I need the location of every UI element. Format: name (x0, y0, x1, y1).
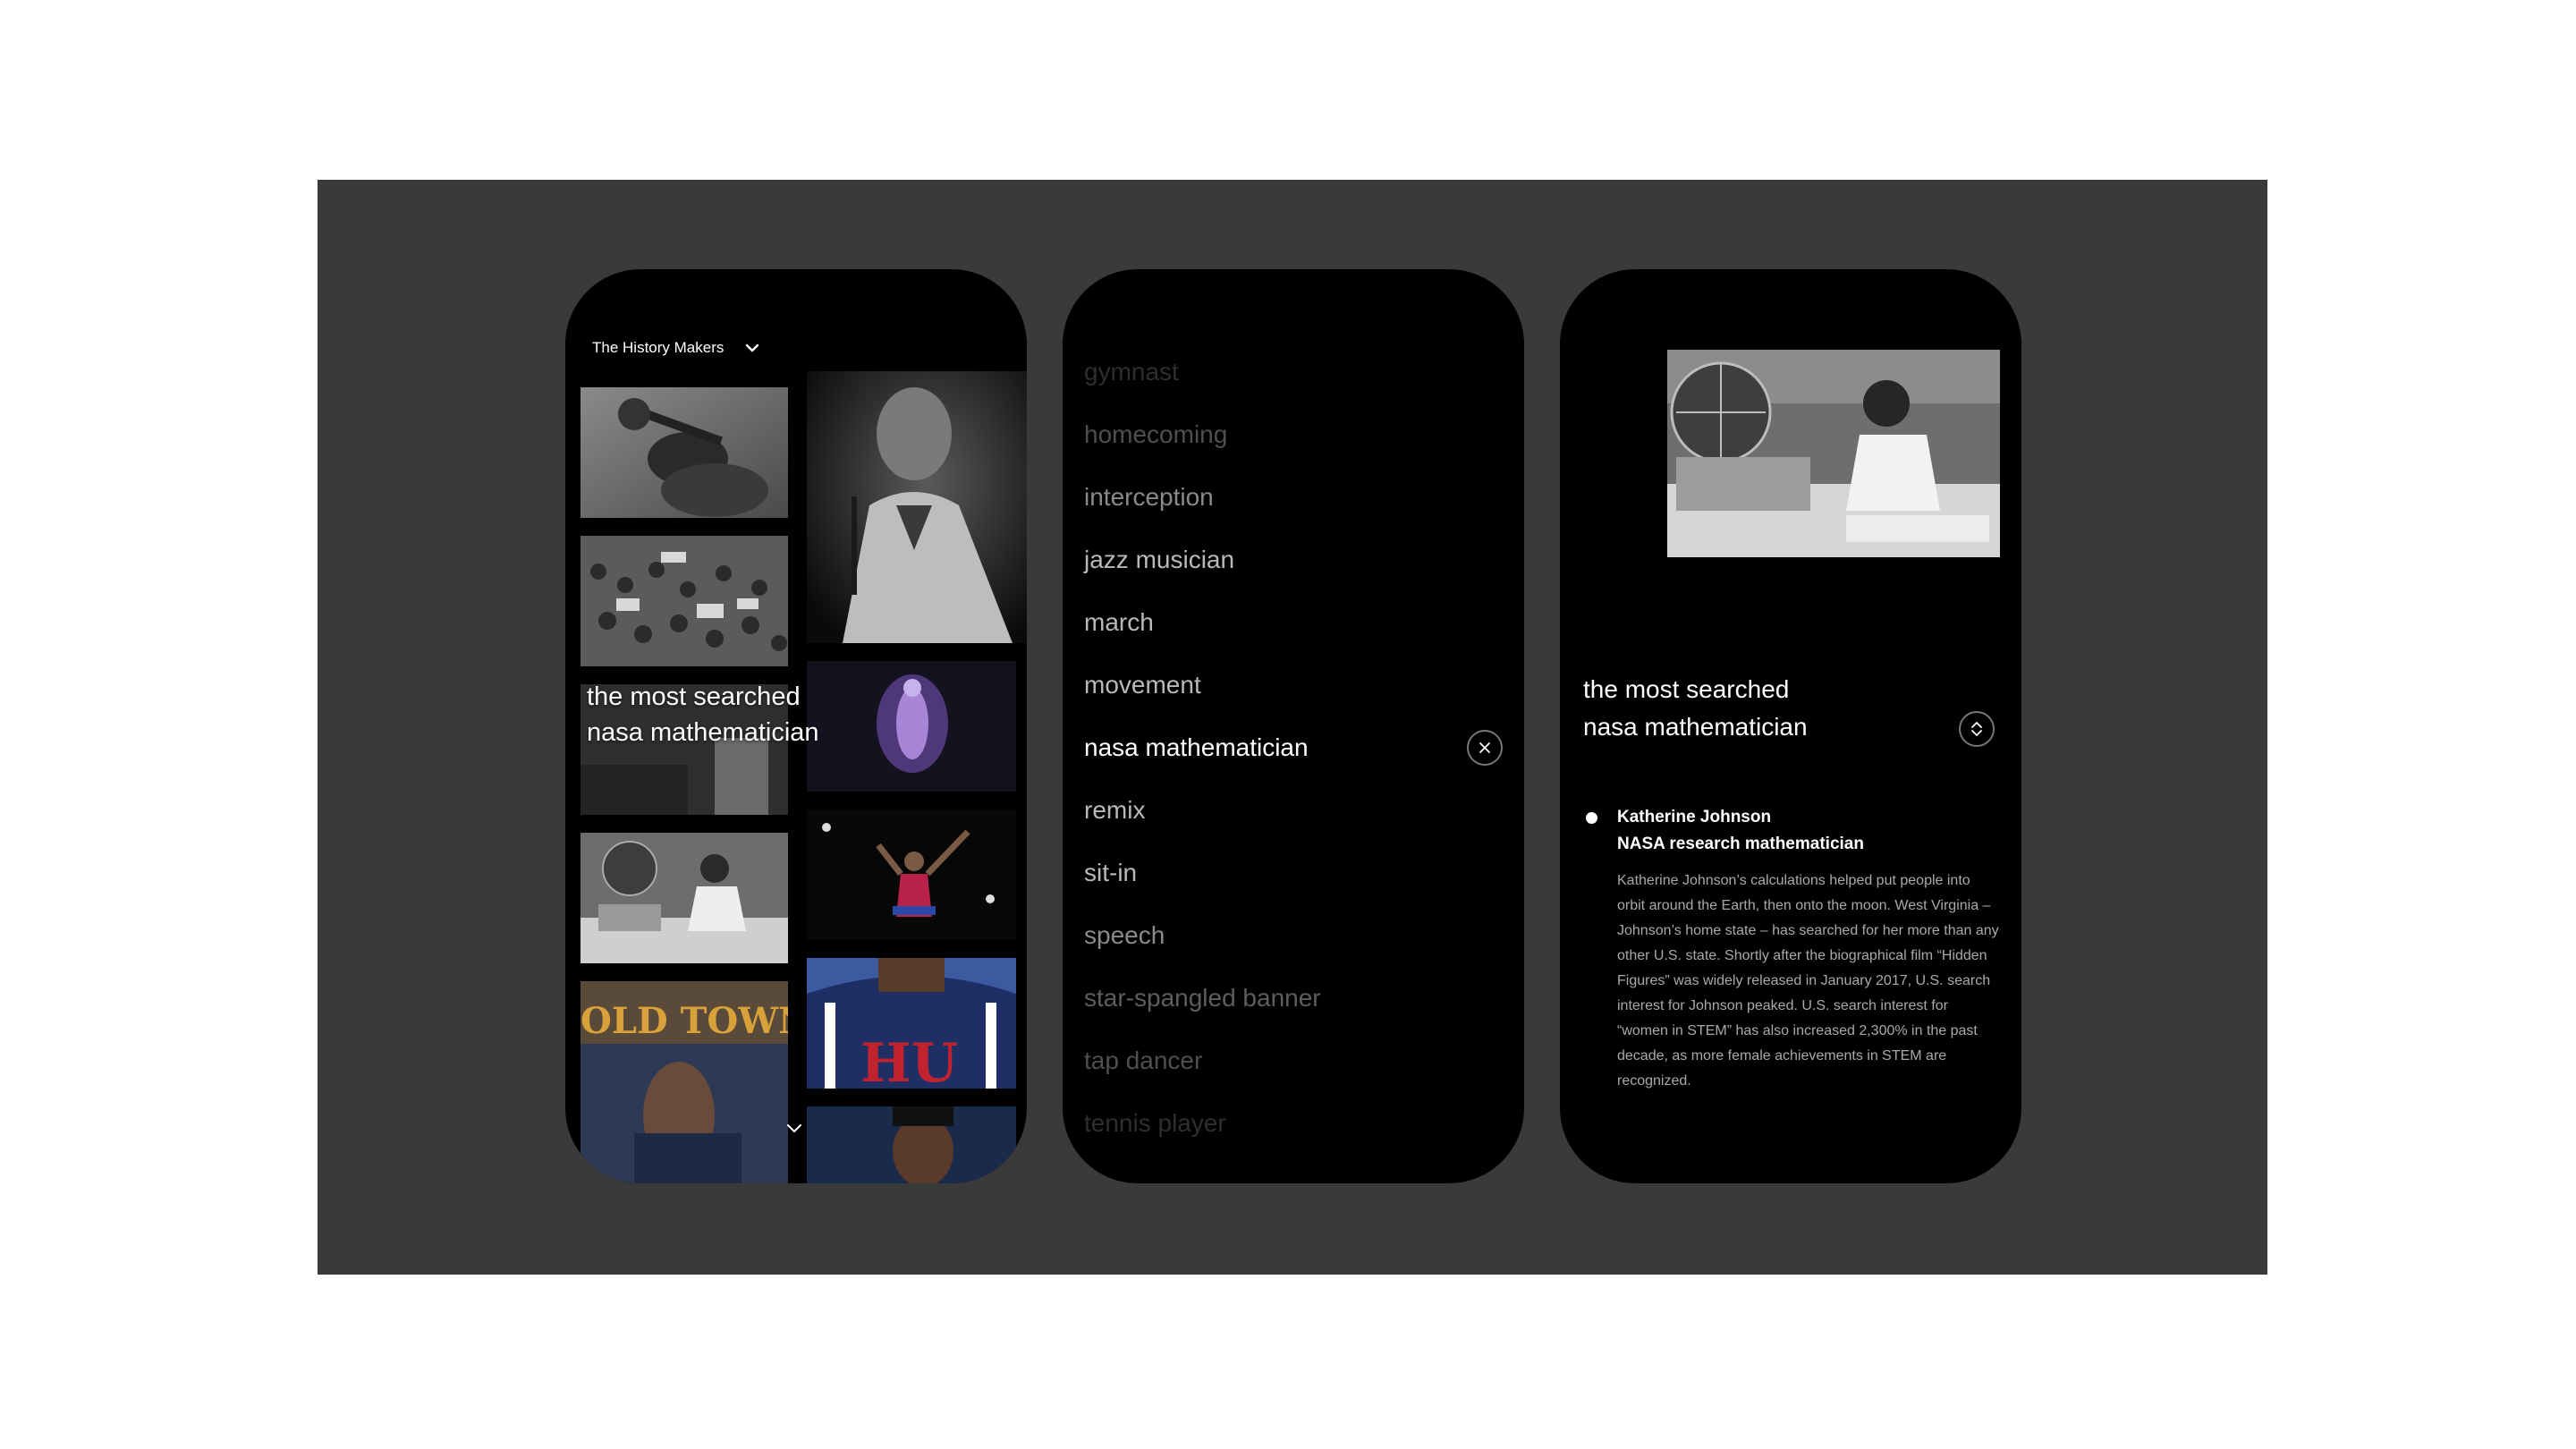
person-description: Katherine Johnson’s calculations helped … (1617, 873, 1999, 1089)
topic-item[interactable]: remix (1084, 779, 1504, 842)
topic-label: march (1084, 608, 1154, 636)
photo-speaker-laughing[interactable] (807, 371, 1027, 643)
topic-item[interactable]: jazz musician (1084, 529, 1504, 591)
clear-selection-button[interactable] (1467, 730, 1503, 766)
topic-label: speech (1084, 921, 1165, 949)
chevron-down-icon[interactable] (784, 1117, 805, 1139)
jersey-text: HU (860, 1032, 958, 1089)
topic-item[interactable]: star-spangled banner (1084, 967, 1504, 1030)
topic-label: sit-in (1084, 859, 1138, 886)
topic-item[interactable]: gymnast (1084, 341, 1504, 403)
photo-katherine-johnson (1667, 350, 2000, 557)
detail-title-line-1: the most searched (1583, 675, 1790, 703)
topic-label: movement (1084, 671, 1201, 699)
topic-item[interactable]: interception (1084, 466, 1504, 529)
topic-item[interactable]: tap dancer (1084, 1030, 1504, 1092)
topic-label: tennis player (1084, 1109, 1226, 1137)
photo-performer-purple[interactable] (807, 661, 1016, 792)
topic-item[interactable]: movement (1084, 654, 1504, 716)
sign-text: OLD TOWN (580, 1000, 788, 1042)
unfold-icon (1971, 722, 1982, 736)
topic-label: remix (1084, 796, 1146, 824)
topic-item[interactable]: homecoming (1084, 403, 1504, 466)
photo-hu-jersey[interactable]: HU (807, 958, 1016, 1089)
detail-title-line-2: nasa mathematician (1583, 713, 1808, 741)
search-topic-overlay[interactable]: the most searched nasa mathematician (587, 679, 819, 750)
overlay-line-1: the most searched (587, 682, 801, 711)
topic-label: nasa mathematician (1084, 733, 1309, 761)
overlay-line-2: nasa mathematician (587, 718, 819, 747)
photo-athlete-portrait[interactable] (807, 1106, 1016, 1183)
topic-label: star-spangled banner (1084, 984, 1321, 1012)
collection-selector[interactable]: The History Makers (592, 339, 761, 357)
close-icon (1479, 742, 1490, 753)
photo-trumpet-player[interactable] (580, 387, 788, 518)
photo-march-crowd[interactable] (580, 536, 788, 666)
detail-title: the most searched nasa mathematician (1583, 671, 1808, 746)
phone-detail-screen: the most searched nasa mathematician Kat… (1560, 269, 2021, 1183)
expand-collapse-button[interactable] (1959, 711, 1995, 747)
person-role: NASA research mathematician (1617, 835, 1864, 853)
person-heading: Katherine Johnson NASA research mathemat… (1617, 804, 1864, 858)
list-bullet (1586, 812, 1597, 824)
phone-gallery-screen: The History Makers OLD TOWN HU the most … (565, 269, 1027, 1183)
topic-item[interactable]: sit-in (1084, 842, 1504, 904)
photo-gymnast[interactable] (807, 809, 1016, 940)
photo-old-town-mural[interactable]: OLD TOWN (580, 981, 788, 1183)
topic-item[interactable]: march (1084, 591, 1504, 654)
chevron-down-icon (746, 343, 759, 352)
person-name: Katherine Johnson (1617, 808, 1772, 826)
phone-topic-list-screen: gymnast homecoming interception jazz mus… (1063, 269, 1524, 1183)
topic-item-selected[interactable]: nasa mathematician (1084, 716, 1504, 779)
topic-item[interactable]: speech (1084, 904, 1504, 967)
collection-title: The History Makers (592, 339, 724, 356)
topic-list: gymnast homecoming interception jazz mus… (1084, 341, 1504, 1155)
topic-label: interception (1084, 483, 1214, 511)
photo-mathematician-desk[interactable] (580, 833, 788, 963)
topic-item[interactable]: tennis player (1084, 1092, 1504, 1155)
topic-label: gymnast (1084, 358, 1179, 386)
topic-label: homecoming (1084, 420, 1228, 448)
presentation-backdrop: The History Makers OLD TOWN HU the most … (318, 180, 2267, 1275)
topic-label: tap dancer (1084, 1046, 1203, 1074)
topic-label: jazz musician (1084, 546, 1235, 573)
